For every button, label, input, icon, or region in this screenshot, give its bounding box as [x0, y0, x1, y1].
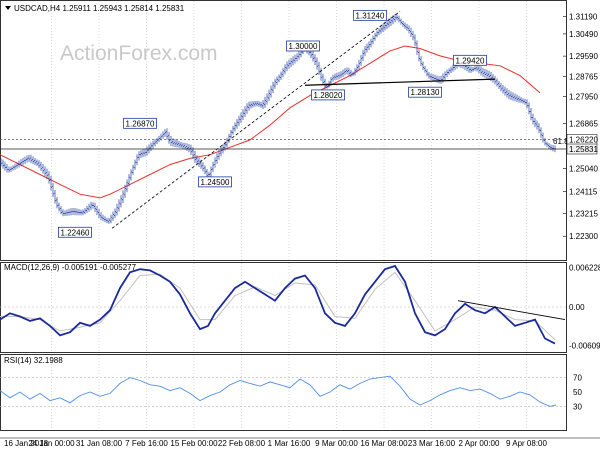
macd-tick-label: 0.00 [569, 303, 585, 312]
rsi-header: RSI(14) 32.1988 [4, 356, 63, 365]
x-tick-label: 16 Mar 08:00 [360, 439, 408, 448]
annotation-label: 1.29420 [456, 56, 485, 65]
x-tick-label: 15 Feb 00:00 [170, 439, 218, 448]
x-tick-label: 9 Apr 08:00 [506, 439, 547, 448]
x-tick-label: 22 Feb 08:00 [218, 439, 266, 448]
rsi-tick-label: 70 [573, 374, 582, 383]
rsi-tick-label: 50 [573, 388, 582, 397]
annotation-label: 1.30000 [289, 42, 318, 51]
macd-tick-label: -0.006095 [569, 341, 600, 350]
price-tick-label: 1.22300 [569, 232, 598, 241]
watermark: ActionForex.com [60, 42, 218, 65]
price-header: USDCAD,H4 1.25911 1.25943 1.25814 1.2583… [5, 4, 185, 13]
x-tick-label: 31 Jan 08:00 [76, 439, 123, 448]
annotation-label: 1.24500 [201, 178, 230, 187]
price-tick-label: 1.31190 [569, 13, 598, 22]
price-tick-label: 1.30490 [569, 30, 598, 39]
annotation-label: 1.28130 [411, 88, 440, 97]
price-tick-label: 1.28765 [569, 73, 598, 82]
price-tick-label: 1.27950 [569, 93, 598, 102]
macd-header: MACD(12,26,9) -0.005191 -0.005277 [4, 263, 137, 272]
price-tick-label: 1.25040 [569, 165, 598, 174]
price-tick-label: 1.26865 [569, 119, 598, 128]
chart-background [0, 0, 600, 450]
x-tick-label: 2 Apr 00:00 [459, 439, 500, 448]
x-tick-label: 9 Mar 00:00 [315, 439, 358, 448]
price-tick-label: 1.29590 [569, 52, 598, 61]
level-price-label: 1.25831 [569, 145, 598, 154]
macd-label: MACD(12,26,9) -0.005191 -0.005277 [4, 263, 137, 272]
usdcad-chart: 61.8%1.224601.268701.245001.300001.28020… [0, 0, 600, 450]
price-tick-label: 1.23215 [569, 210, 598, 219]
macd-tick-label: 0.006228 [569, 264, 600, 273]
x-tick-label: 1 Mar 16:00 [268, 439, 311, 448]
x-tick-label: 23 Mar 16:00 [408, 439, 456, 448]
x-tick-label: 24 Jan 00:00 [28, 439, 75, 448]
annotation-label: 1.31240 [356, 11, 385, 20]
x-tick-label: 7 Feb 16:00 [125, 439, 168, 448]
level-price-label: 1.26220 [569, 135, 598, 144]
annotation-label: 1.26870 [126, 119, 155, 128]
annotation-label: 1.22460 [61, 228, 90, 237]
rsi-tick-label: 30 [573, 402, 582, 411]
symbol-ohlc-label: USDCAD,H4 1.25911 1.25943 1.25814 1.2583… [14, 4, 185, 13]
price-tick-label: 1.24115 [569, 187, 598, 196]
annotation-label: 1.28020 [314, 91, 343, 100]
rsi-label: RSI(14) 32.1988 [4, 356, 63, 365]
